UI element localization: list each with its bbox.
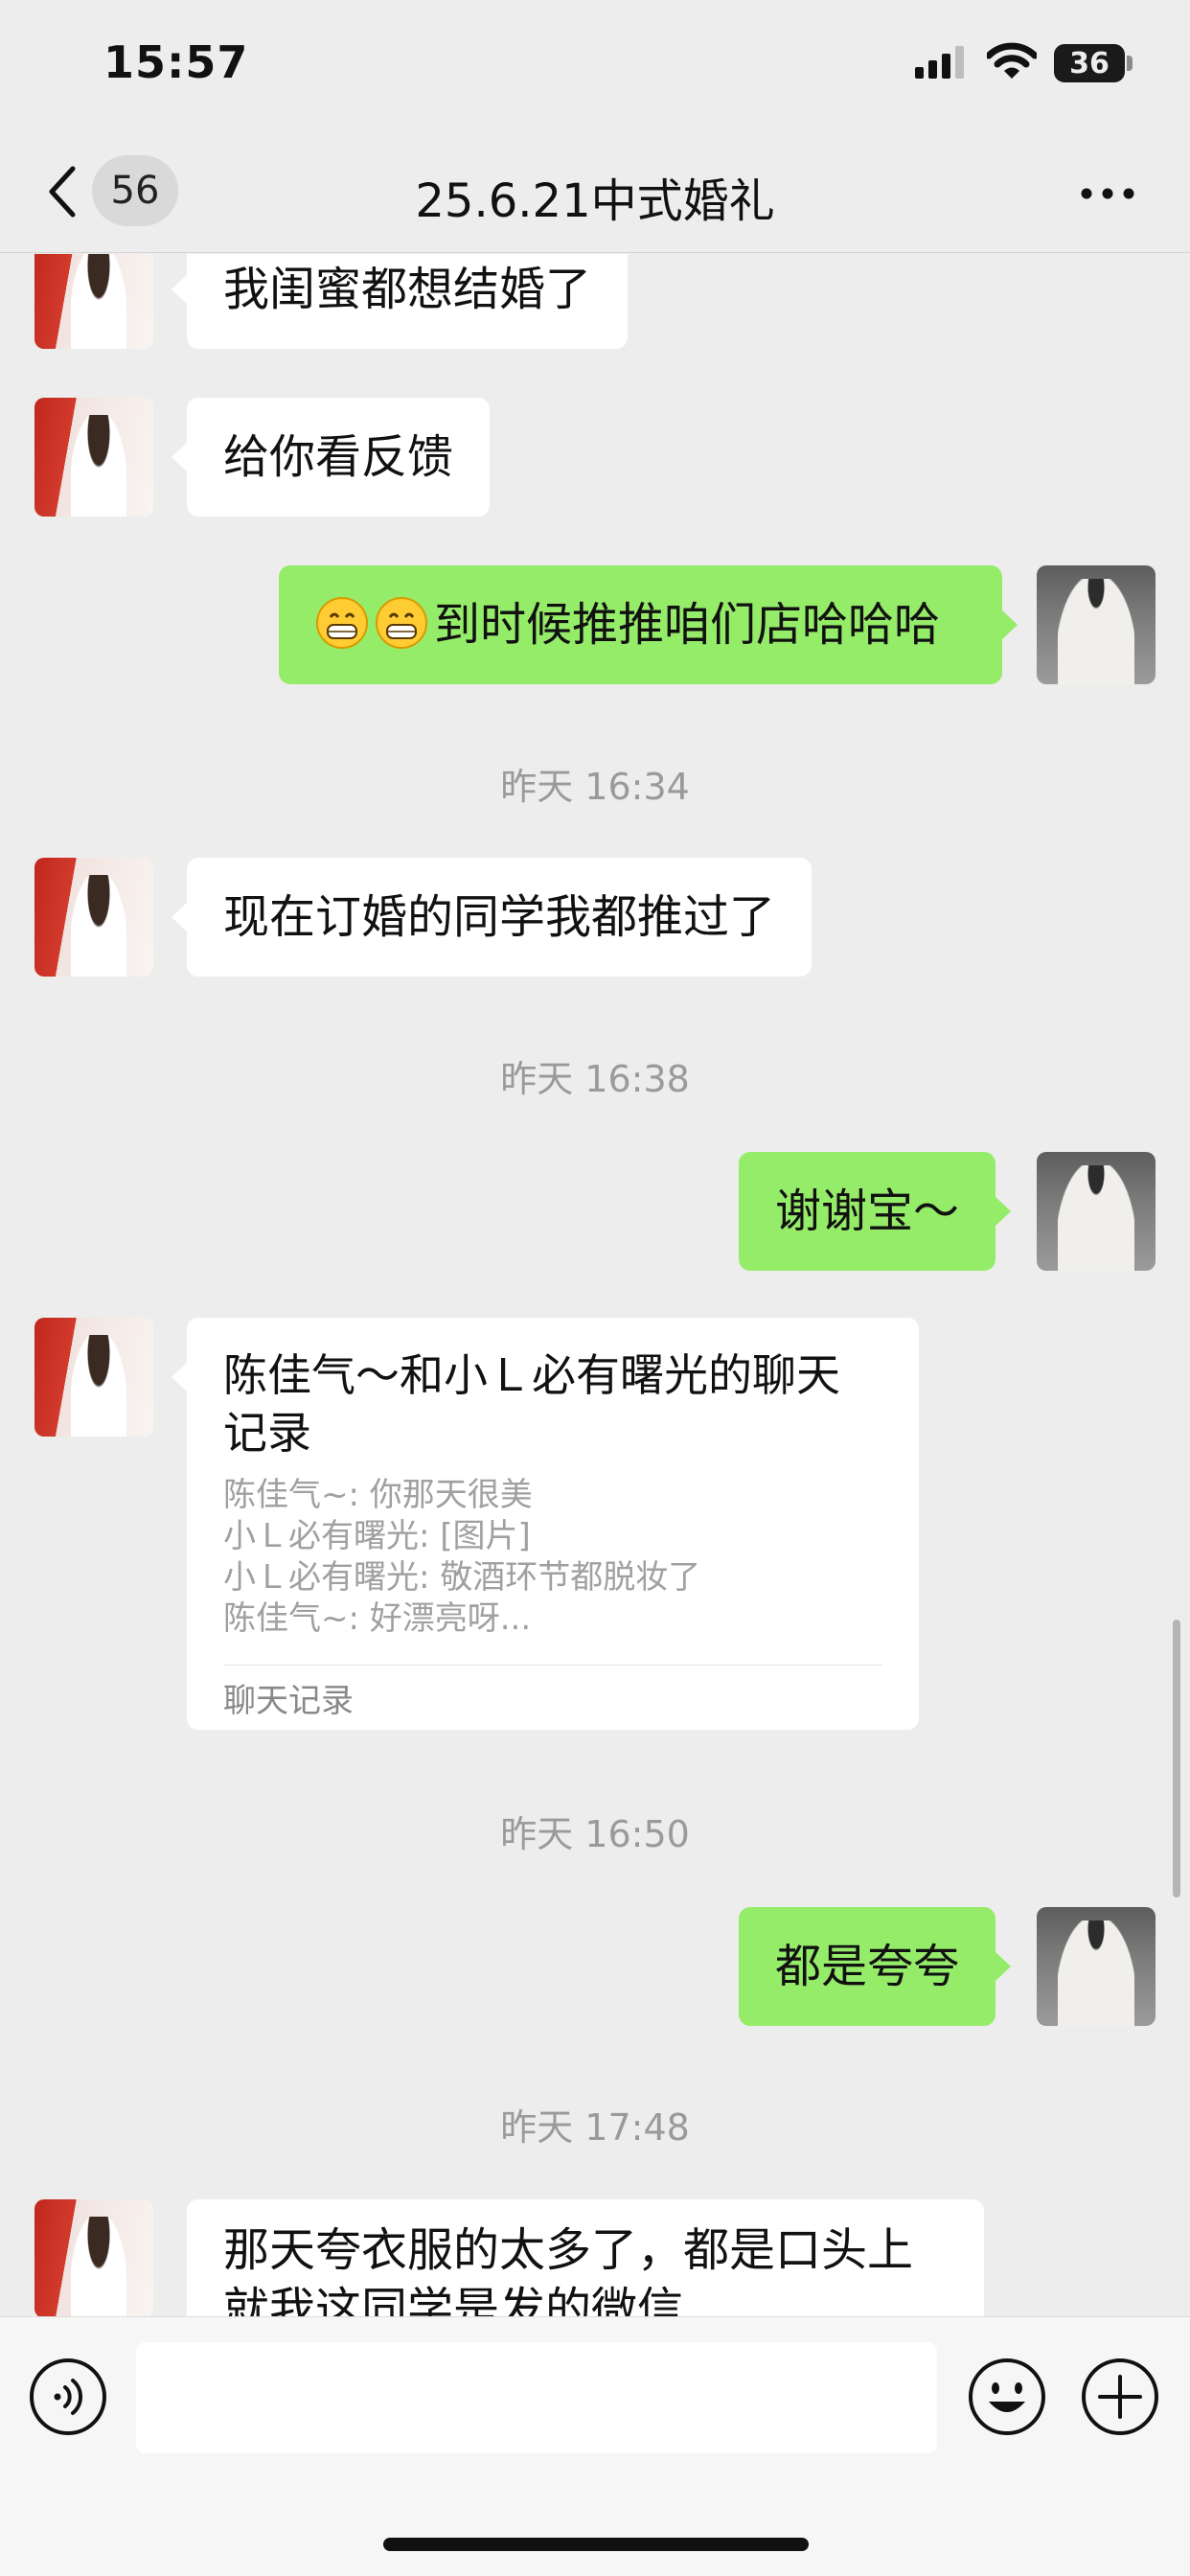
contact-avatar[interactable] <box>34 858 153 977</box>
chat-record-line: 陈佳气~: 你那天很美 <box>223 1476 533 1514</box>
more-options-icon[interactable] <box>1079 186 1136 201</box>
contact-avatar[interactable] <box>34 254 153 349</box>
wifi-icon <box>987 42 1037 79</box>
home-indicator[interactable] <box>383 2538 809 2551</box>
status-bar: 15:57 36 <box>0 0 1190 134</box>
voice-input-icon[interactable] <box>29 2358 107 2436</box>
chat-record-card[interactable]: 陈佳气～和小Ｌ必有曙光的聊天记录 陈佳气~: 你那天很美 小Ｌ必有曙光: [图片… <box>172 1318 919 1730</box>
contact-avatar[interactable] <box>34 2199 153 2316</box>
message-list[interactable]: 我闺蜜都想结婚了 给你看反馈 到时候推推咱们店哈哈哈 昨天 16:34 现在订婚… <box>0 254 1190 2316</box>
message-bubble-sent[interactable]: 到时候推推咱们店哈哈哈 <box>279 565 1018 684</box>
battery-cap <box>1127 56 1133 71</box>
my-avatar[interactable] <box>1037 1907 1156 2026</box>
timestamp: 昨天 16:34 <box>500 766 690 808</box>
my-avatar[interactable] <box>1037 565 1156 684</box>
my-avatar[interactable] <box>1037 1152 1156 1271</box>
message-bubble-received[interactable]: 现在订婚的同学我都推过了 <box>171 858 812 977</box>
input-bar <box>0 2316 1190 2576</box>
message-bubble-sent[interactable]: 谢谢宝～ <box>739 1152 1012 1271</box>
chat-header: 56 25.6.21中式婚礼 <box>0 134 1190 253</box>
chat-record-line: 小Ｌ必有曙光: [图片] <box>223 1517 531 1555</box>
status-time: 15:57 <box>103 36 249 88</box>
message-bubble-received[interactable]: 给你看反馈 <box>171 398 491 517</box>
emoji-icon[interactable] <box>968 2358 1046 2436</box>
chat-record-line: 陈佳气~: 好漂亮呀... <box>223 1599 532 1638</box>
chat-record-title: 陈佳气～和小Ｌ必有曙光的聊天记录 <box>223 1349 840 1459</box>
chat-record-divider <box>223 1665 882 1666</box>
message-bubble-sent[interactable]: 都是夸夸 <box>739 1907 1012 2026</box>
chat-title: 25.6.21中式婚礼 <box>415 174 775 228</box>
message-bubble-received[interactable]: 那天夸衣服的太多了，都是口头上就我这同学是发的微信 <box>187 2199 984 2316</box>
cellular-signal-icon <box>915 46 964 79</box>
grinning-face-icon <box>316 597 368 649</box>
chat-record-line: 小Ｌ必有曙光: 敬酒环节都脱妆了 <box>223 1558 701 1597</box>
plus-icon[interactable] <box>1081 2358 1159 2436</box>
battery-level: 36 <box>1069 46 1110 80</box>
timestamp: 昨天 17:48 <box>500 2106 690 2149</box>
message-text: 到时候推推咱们店哈哈哈 <box>434 598 941 652</box>
timestamp: 昨天 16:38 <box>500 1058 690 1100</box>
contact-avatar[interactable] <box>34 398 153 517</box>
chat-record-footer: 聊天记录 <box>223 1682 354 1720</box>
contact-avatar[interactable] <box>34 1318 153 1437</box>
message-bubble-received[interactable]: 我闺蜜都想结婚了 <box>171 254 629 349</box>
scroll-indicator[interactable] <box>1173 1620 1180 1898</box>
message-input[interactable] <box>136 2342 937 2453</box>
timestamp: 昨天 16:50 <box>500 1813 690 1855</box>
grinning-face-icon <box>376 597 427 649</box>
battery-icon: 36 <box>1054 44 1125 82</box>
